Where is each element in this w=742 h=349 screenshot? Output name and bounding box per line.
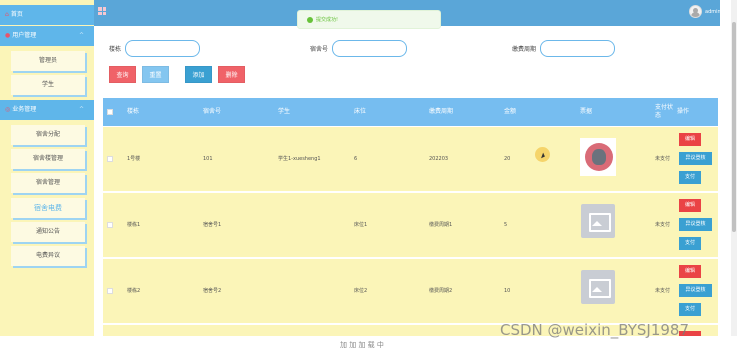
nav-user-management-label: 用户管理 (12, 32, 37, 39)
vertical-scrollbar[interactable] (731, 0, 737, 336)
cell-amount: 10 (504, 288, 511, 294)
sidebar-item-admin[interactable]: 管理员 (11, 51, 85, 71)
pay-button[interactable]: 支付 (679, 171, 701, 184)
col-actions: 操作 (677, 108, 690, 115)
cell-student: 学生1-xuesheng1 (278, 156, 321, 162)
col-building: 楼栋 (127, 108, 140, 115)
row-checkbox[interactable] (107, 288, 113, 294)
nav-business-management[interactable]: ◎ 业务管理 ^ (0, 100, 94, 120)
mouse-cursor-icon (535, 147, 550, 162)
image-placeholder-icon[interactable] (581, 270, 615, 304)
scrollbar-thumb[interactable] (732, 22, 736, 232)
sidebar-item-dorm-allocation[interactable]: 宿舍分配 (11, 125, 85, 145)
edit-button[interactable]: 编辑 (679, 265, 701, 278)
cell-amount: 5 (504, 222, 508, 228)
table-row: 1号楼 101 学生1-xuesheng1 6 202203 20 未支付 编辑… (103, 127, 718, 192)
pay-button[interactable]: 支付 (679, 237, 701, 250)
building-input[interactable] (125, 40, 200, 57)
receipt-image[interactable] (580, 138, 616, 176)
cell-bed: 床位2 (354, 288, 368, 294)
cell-room: 101 (203, 156, 213, 162)
menu-grid-icon[interactable] (98, 7, 106, 15)
home-icon: ⌂ (5, 11, 9, 18)
cell-amount: 20 (504, 156, 511, 162)
dispute-button[interactable]: 异议登核 (679, 284, 712, 297)
col-receipt: 票据 (580, 108, 593, 115)
chevron-up-icon: ^ (78, 32, 84, 39)
success-toast: 提交成功! (297, 10, 441, 29)
dispute-button[interactable]: 异议登核 (679, 218, 712, 231)
cell-room: 宿舍号2 (203, 288, 222, 294)
table-row: 楼栋1 宿舍号1 床位1 缴费周期1 5 未支付 编辑 异议登核 支付 (103, 193, 718, 258)
sidebar-item-dorm-management[interactable]: 宿舍管理 (11, 173, 85, 193)
delete-button[interactable]: 删除 (218, 66, 245, 83)
cell-period: 缴费周期1 (429, 222, 453, 228)
cell-pay-status: 未支付 (655, 222, 671, 228)
add-button[interactable]: 添加 (185, 66, 212, 83)
chevron-up-icon: ^ (78, 106, 84, 113)
room-label: 宿舍号 (310, 46, 329, 53)
query-button[interactable]: 查询 (109, 66, 136, 83)
period-input[interactable] (540, 40, 615, 57)
nav-home[interactable]: ⌂ 首页 (0, 5, 94, 25)
sidebar-item-notice[interactable]: 通知公告 (11, 222, 85, 242)
sidebar-item-building-management[interactable]: 宿舍楼管理 (11, 149, 85, 169)
user-icon: ● (5, 32, 11, 39)
col-amount: 金额 (504, 108, 517, 115)
cell-period: 202203 (429, 156, 449, 162)
cell-period: 缴费周期2 (429, 288, 453, 294)
col-room: 宿舍号 (203, 108, 222, 115)
period-label: 缴费周期 (512, 46, 537, 53)
sidebar: ⌂ 首页 ● 用户管理 ^ 管理员 学生 ◎ 业务管理 ^ 宿舍分配 宿舍楼管理 宿舍… (0, 0, 94, 336)
watermark: CSDN @weixin_BYSJ1987 (500, 321, 690, 339)
cell-bed: 床位1 (354, 222, 368, 228)
sidebar-item-student[interactable]: 学生 (11, 75, 85, 95)
cell-pay-status: 未支付 (655, 156, 671, 162)
sidebar-item-electricity-fee[interactable]: 宿舍电费 (11, 198, 85, 218)
sidebar-item-fee-dispute[interactable]: 电费异议 (11, 246, 85, 266)
cell-room: 宿舍号1 (203, 222, 222, 228)
edit-button[interactable]: 编辑 (679, 199, 701, 212)
dispute-button[interactable]: 异议登核 (679, 152, 712, 165)
row-checkbox[interactable] (107, 222, 113, 228)
room-input[interactable] (332, 40, 407, 57)
image-placeholder-icon[interactable] (581, 204, 615, 238)
pay-button[interactable]: 支付 (679, 303, 701, 316)
avatar[interactable] (689, 5, 702, 18)
reset-button[interactable]: 重置 (142, 66, 169, 83)
edit-button[interactable]: 编辑 (679, 133, 701, 146)
nav-business-management-label: 业务管理 (12, 106, 37, 113)
gear-icon: ◎ (5, 106, 11, 113)
username-label[interactable]: admin (705, 9, 721, 15)
select-all-checkbox[interactable] (107, 109, 113, 115)
loading-text: 加 加 加 载 中 (340, 341, 384, 349)
cell-building: 楼栋2 (127, 288, 141, 294)
cell-building: 楼栋1 (127, 222, 141, 228)
cell-building: 1号楼 (127, 156, 141, 162)
row-checkbox[interactable] (107, 156, 113, 162)
building-label: 楼栋 (109, 46, 122, 53)
col-student: 学生 (278, 108, 291, 115)
col-bed: 床位 (354, 108, 367, 115)
cell-pay-status: 未支付 (655, 288, 671, 294)
success-icon (307, 17, 313, 23)
col-period: 缴费周期 (429, 108, 454, 115)
nav-home-label: 首页 (10, 11, 23, 18)
cell-bed: 6 (354, 156, 358, 162)
table-row: 楼栋2 宿舍号2 床位2 缴费周期2 10 未支付 编辑 异议登核 支付 (103, 259, 718, 324)
table-header: 楼栋 宿舍号 学生 床位 缴费周期 金额 票据 支付状态 操作 (103, 98, 718, 126)
nav-user-management[interactable]: ● 用户管理 ^ (0, 26, 94, 46)
toast-message: 提交成功! (316, 17, 339, 23)
